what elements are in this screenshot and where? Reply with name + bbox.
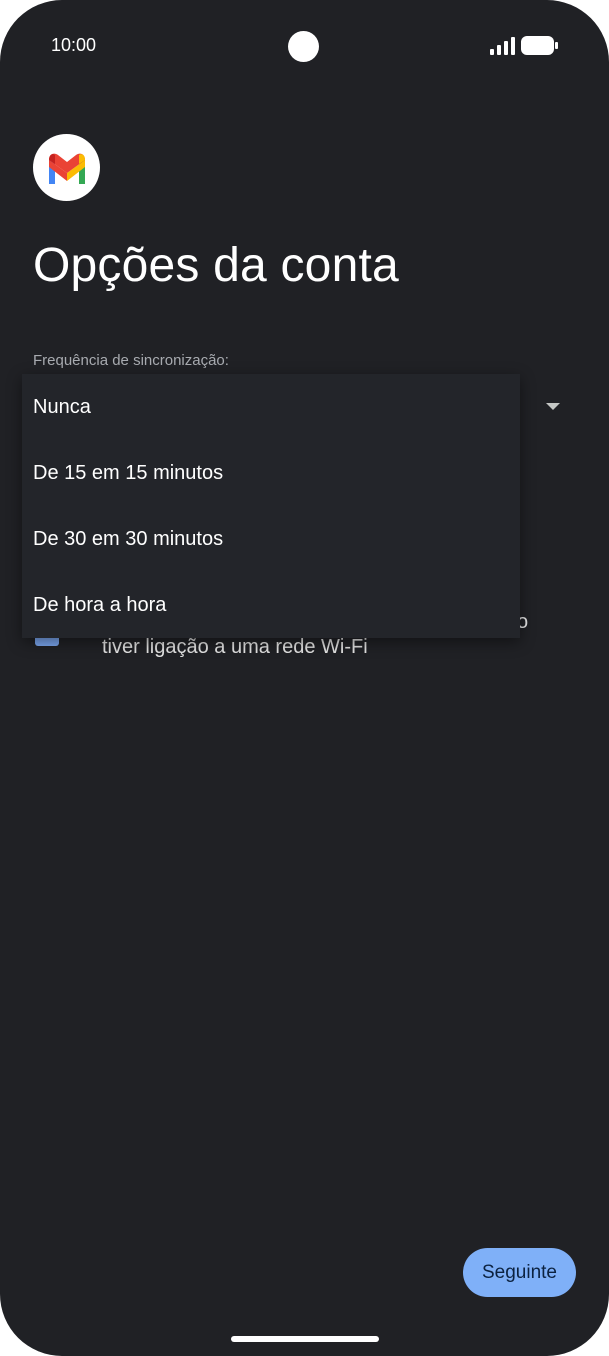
menu-item-15-min[interactable]: De 15 em 15 minutos	[33, 440, 503, 506]
status-time: 10:00	[51, 35, 97, 55]
menu-item-never[interactable]: Nunca	[33, 374, 503, 440]
status-bar: 10:00	[0, 0, 609, 92]
next-button[interactable]: Seguinte	[463, 1248, 576, 1297]
dropdown-arrow-icon[interactable]	[546, 403, 560, 410]
menu-item-hourly[interactable]: De hora a hora	[33, 572, 503, 638]
page-title: Opções da conta	[33, 239, 399, 292]
menu-item-30-min[interactable]: De 30 em 30 minutos	[33, 506, 503, 572]
phone-screen: 10:00 Opções da conta Frequência de sinc…	[0, 0, 609, 1356]
wifi-option-text: tiver ligação a uma rede Wi-Fi	[102, 636, 368, 658]
camera-cutout	[288, 31, 319, 62]
battery-icon	[521, 36, 558, 55]
signal-icon	[490, 37, 515, 55]
sync-frequency-label: Frequência de sincronização:	[33, 352, 229, 369]
gmail-logo-icon	[33, 134, 100, 201]
sync-frequency-menu: Nunca De 15 em 15 minutos De 30 em 30 mi…	[22, 374, 520, 638]
home-indicator[interactable]	[231, 1336, 379, 1342]
